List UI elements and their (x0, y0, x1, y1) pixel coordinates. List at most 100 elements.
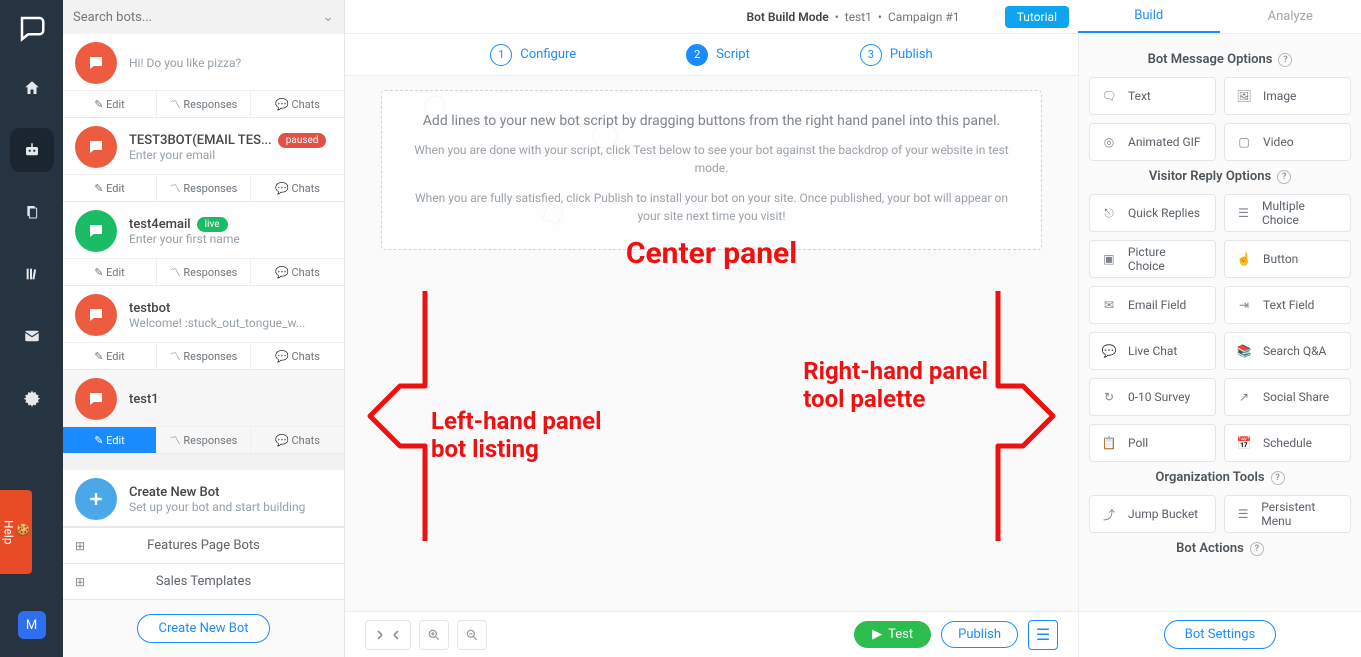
tool-text[interactable]: 🗨Text (1089, 77, 1216, 115)
responses-button[interactable]: 〽 Responses (157, 175, 251, 201)
expand-collapse-button[interactable] (365, 620, 411, 650)
step-publish[interactable]: 3Publish (860, 44, 933, 66)
bot-card[interactable]: testbot Welcome! :stuck_out_tongue_w... … (63, 286, 344, 370)
bot-settings-button[interactable]: Bot Settings (1164, 620, 1276, 649)
accordion-sales[interactable]: ⊞Sales Templates (63, 563, 344, 599)
help-tab[interactable]: 🍪Help (0, 490, 32, 574)
responses-button[interactable]: 〽 Responses (157, 427, 251, 453)
dropzone-title: Add lines to your new bot script by drag… (412, 113, 1011, 129)
bot-card[interactable]: Hi! Do you like pizza? ✎ Edit 〽 Response… (63, 34, 344, 118)
palette-section-title: Organization Tools ? (1089, 470, 1351, 485)
bot-title: test4email (129, 217, 191, 232)
help-icon[interactable]: ? (1271, 471, 1285, 485)
edit-button[interactable]: ✎ Edit (63, 175, 157, 201)
tool-jump-bucket[interactable]: ⤴Jump Bucket (1089, 495, 1216, 533)
quick-icon: ⎋ (1100, 206, 1118, 221)
test-button[interactable]: ▶ Test (854, 621, 931, 648)
dropzone[interactable]: Add lines to your new bot script by drag… (381, 90, 1042, 250)
edit-button[interactable]: ✎ Edit (63, 91, 157, 117)
app-logo (12, 8, 52, 48)
zoom-out-button[interactable] (457, 620, 487, 650)
tool-button[interactable]: ☝Button (1224, 240, 1351, 278)
edit-button[interactable]: ✎ Edit (63, 427, 157, 453)
bot-subtitle: Hi! Do you like pizza? (129, 56, 332, 70)
chats-button[interactable]: 💬 Chats (251, 91, 344, 117)
bot-subtitle: Enter your email (129, 148, 332, 162)
help-icon[interactable]: ? (1277, 170, 1291, 184)
tab-analyze[interactable]: Analyze (1220, 0, 1361, 33)
chats-button[interactable]: 💬 Chats (251, 259, 344, 285)
chats-button[interactable]: 💬 Chats (251, 175, 344, 201)
palette-section-title: Visitor Reply Options ? (1089, 169, 1351, 184)
menu-button[interactable]: ☰ (1028, 620, 1058, 650)
tab-build[interactable]: Build (1078, 0, 1220, 33)
edit-button[interactable]: ✎ Edit (63, 343, 157, 369)
right-tabs: Build Analyze (1078, 0, 1361, 34)
canvas-footer: ▶ Test Publish ☰ (345, 611, 1078, 657)
tool-0-10-survey[interactable]: ↻0-10 Survey (1089, 378, 1216, 416)
tool-poll[interactable]: 📋Poll (1089, 424, 1216, 462)
chat-icon (75, 126, 117, 168)
accordion-features[interactable]: ⊞Features Page Bots (63, 527, 344, 563)
nav-bots[interactable] (10, 128, 54, 172)
livechat-icon: 💬 (1100, 344, 1118, 358)
bot-card[interactable]: test4emaillive Enter your first name ✎ E… (63, 202, 344, 286)
dropzone-sub1: When you are done with your script, clic… (412, 141, 1011, 177)
tool-text-field[interactable]: ⇥Text Field (1224, 286, 1351, 324)
responses-button[interactable]: 〽 Responses (157, 91, 251, 117)
responses-button[interactable]: 〽 Responses (157, 343, 251, 369)
image-icon: 🖼 (1235, 89, 1253, 103)
tool-image[interactable]: 🖼Image (1224, 77, 1351, 115)
search-icon: 📚 (1235, 344, 1253, 358)
textfield-icon: ⇥ (1235, 298, 1253, 312)
create-bot-title: Create New Bot (129, 485, 332, 500)
chats-button[interactable]: 💬 Chats (251, 427, 344, 453)
create-bot-button[interactable]: Create New Bot (137, 614, 269, 643)
text-icon: 🗨 (1100, 89, 1118, 103)
script-canvas[interactable]: Add lines to your new bot script by drag… (345, 76, 1078, 611)
bot-subtitle: Welcome! :stuck_out_tongue_w... (129, 316, 332, 330)
nav-home[interactable] (10, 66, 54, 110)
nav-pages[interactable] (10, 190, 54, 234)
stepper: 1Configure 2Script 3Publish (345, 34, 1078, 76)
nav-settings[interactable] (10, 376, 54, 420)
tool-social-share[interactable]: ↗Social Share (1224, 378, 1351, 416)
help-icon[interactable]: ? (1278, 53, 1292, 67)
publish-button[interactable]: Publish (941, 621, 1018, 648)
tool-animated-gif[interactable]: ◎Animated GIF (1089, 123, 1216, 161)
chat-icon (75, 42, 117, 84)
email-icon: ✉ (1100, 298, 1118, 312)
chat-icon (75, 378, 117, 420)
zoom-in-button[interactable] (419, 620, 449, 650)
tutorial-button[interactable]: Tutorial (1005, 6, 1069, 28)
bot-subtitle: Enter your first name (129, 232, 332, 246)
nav-library[interactable] (10, 252, 54, 296)
tool-live-chat[interactable]: 💬Live Chat (1089, 332, 1216, 370)
tool-schedule[interactable]: 📅Schedule (1224, 424, 1351, 462)
button-icon: ☝ (1235, 252, 1253, 266)
tool-search-q-a[interactable]: 📚Search Q&A (1224, 332, 1351, 370)
responses-button[interactable]: 〽 Responses (157, 259, 251, 285)
step-configure[interactable]: 1Configure (490, 44, 576, 66)
edit-button[interactable]: ✎ Edit (63, 259, 157, 285)
user-avatar[interactable]: M (18, 611, 46, 639)
step-script[interactable]: 2Script (686, 44, 750, 66)
palette-section-title: Bot Actions ? (1089, 541, 1351, 556)
expand-icon: ⊞ (75, 539, 85, 553)
search-input[interactable] (73, 10, 322, 25)
multi-icon: ☰ (1235, 206, 1252, 220)
tool-email-field[interactable]: ✉Email Field (1089, 286, 1216, 324)
tool-video[interactable]: ▢Video (1224, 123, 1351, 161)
chats-button[interactable]: 💬 Chats (251, 343, 344, 369)
bot-card[interactable]: test1 ✎ Edit 〽 Responses 💬 Chats (63, 370, 344, 454)
create-bot-card[interactable]: Create New Bot Set up your bot and start… (63, 470, 344, 527)
sidebar-footer: Create New Bot (63, 599, 344, 657)
bot-card[interactable]: TEST3BOT(EMAIL TES...paused Enter your e… (63, 118, 344, 202)
tool-quick-replies[interactable]: ⎋Quick Replies (1089, 194, 1216, 232)
nav-mail[interactable] (10, 314, 54, 358)
help-icon[interactable]: ? (1250, 542, 1264, 556)
tool-picture-choice[interactable]: ▣Picture Choice (1089, 240, 1216, 278)
tool-multiple-choice[interactable]: ☰Multiple Choice (1224, 194, 1351, 232)
tool-persistent-menu[interactable]: ☰Persistent Menu (1224, 495, 1351, 533)
chevron-down-icon[interactable]: ⌄ (322, 9, 334, 25)
